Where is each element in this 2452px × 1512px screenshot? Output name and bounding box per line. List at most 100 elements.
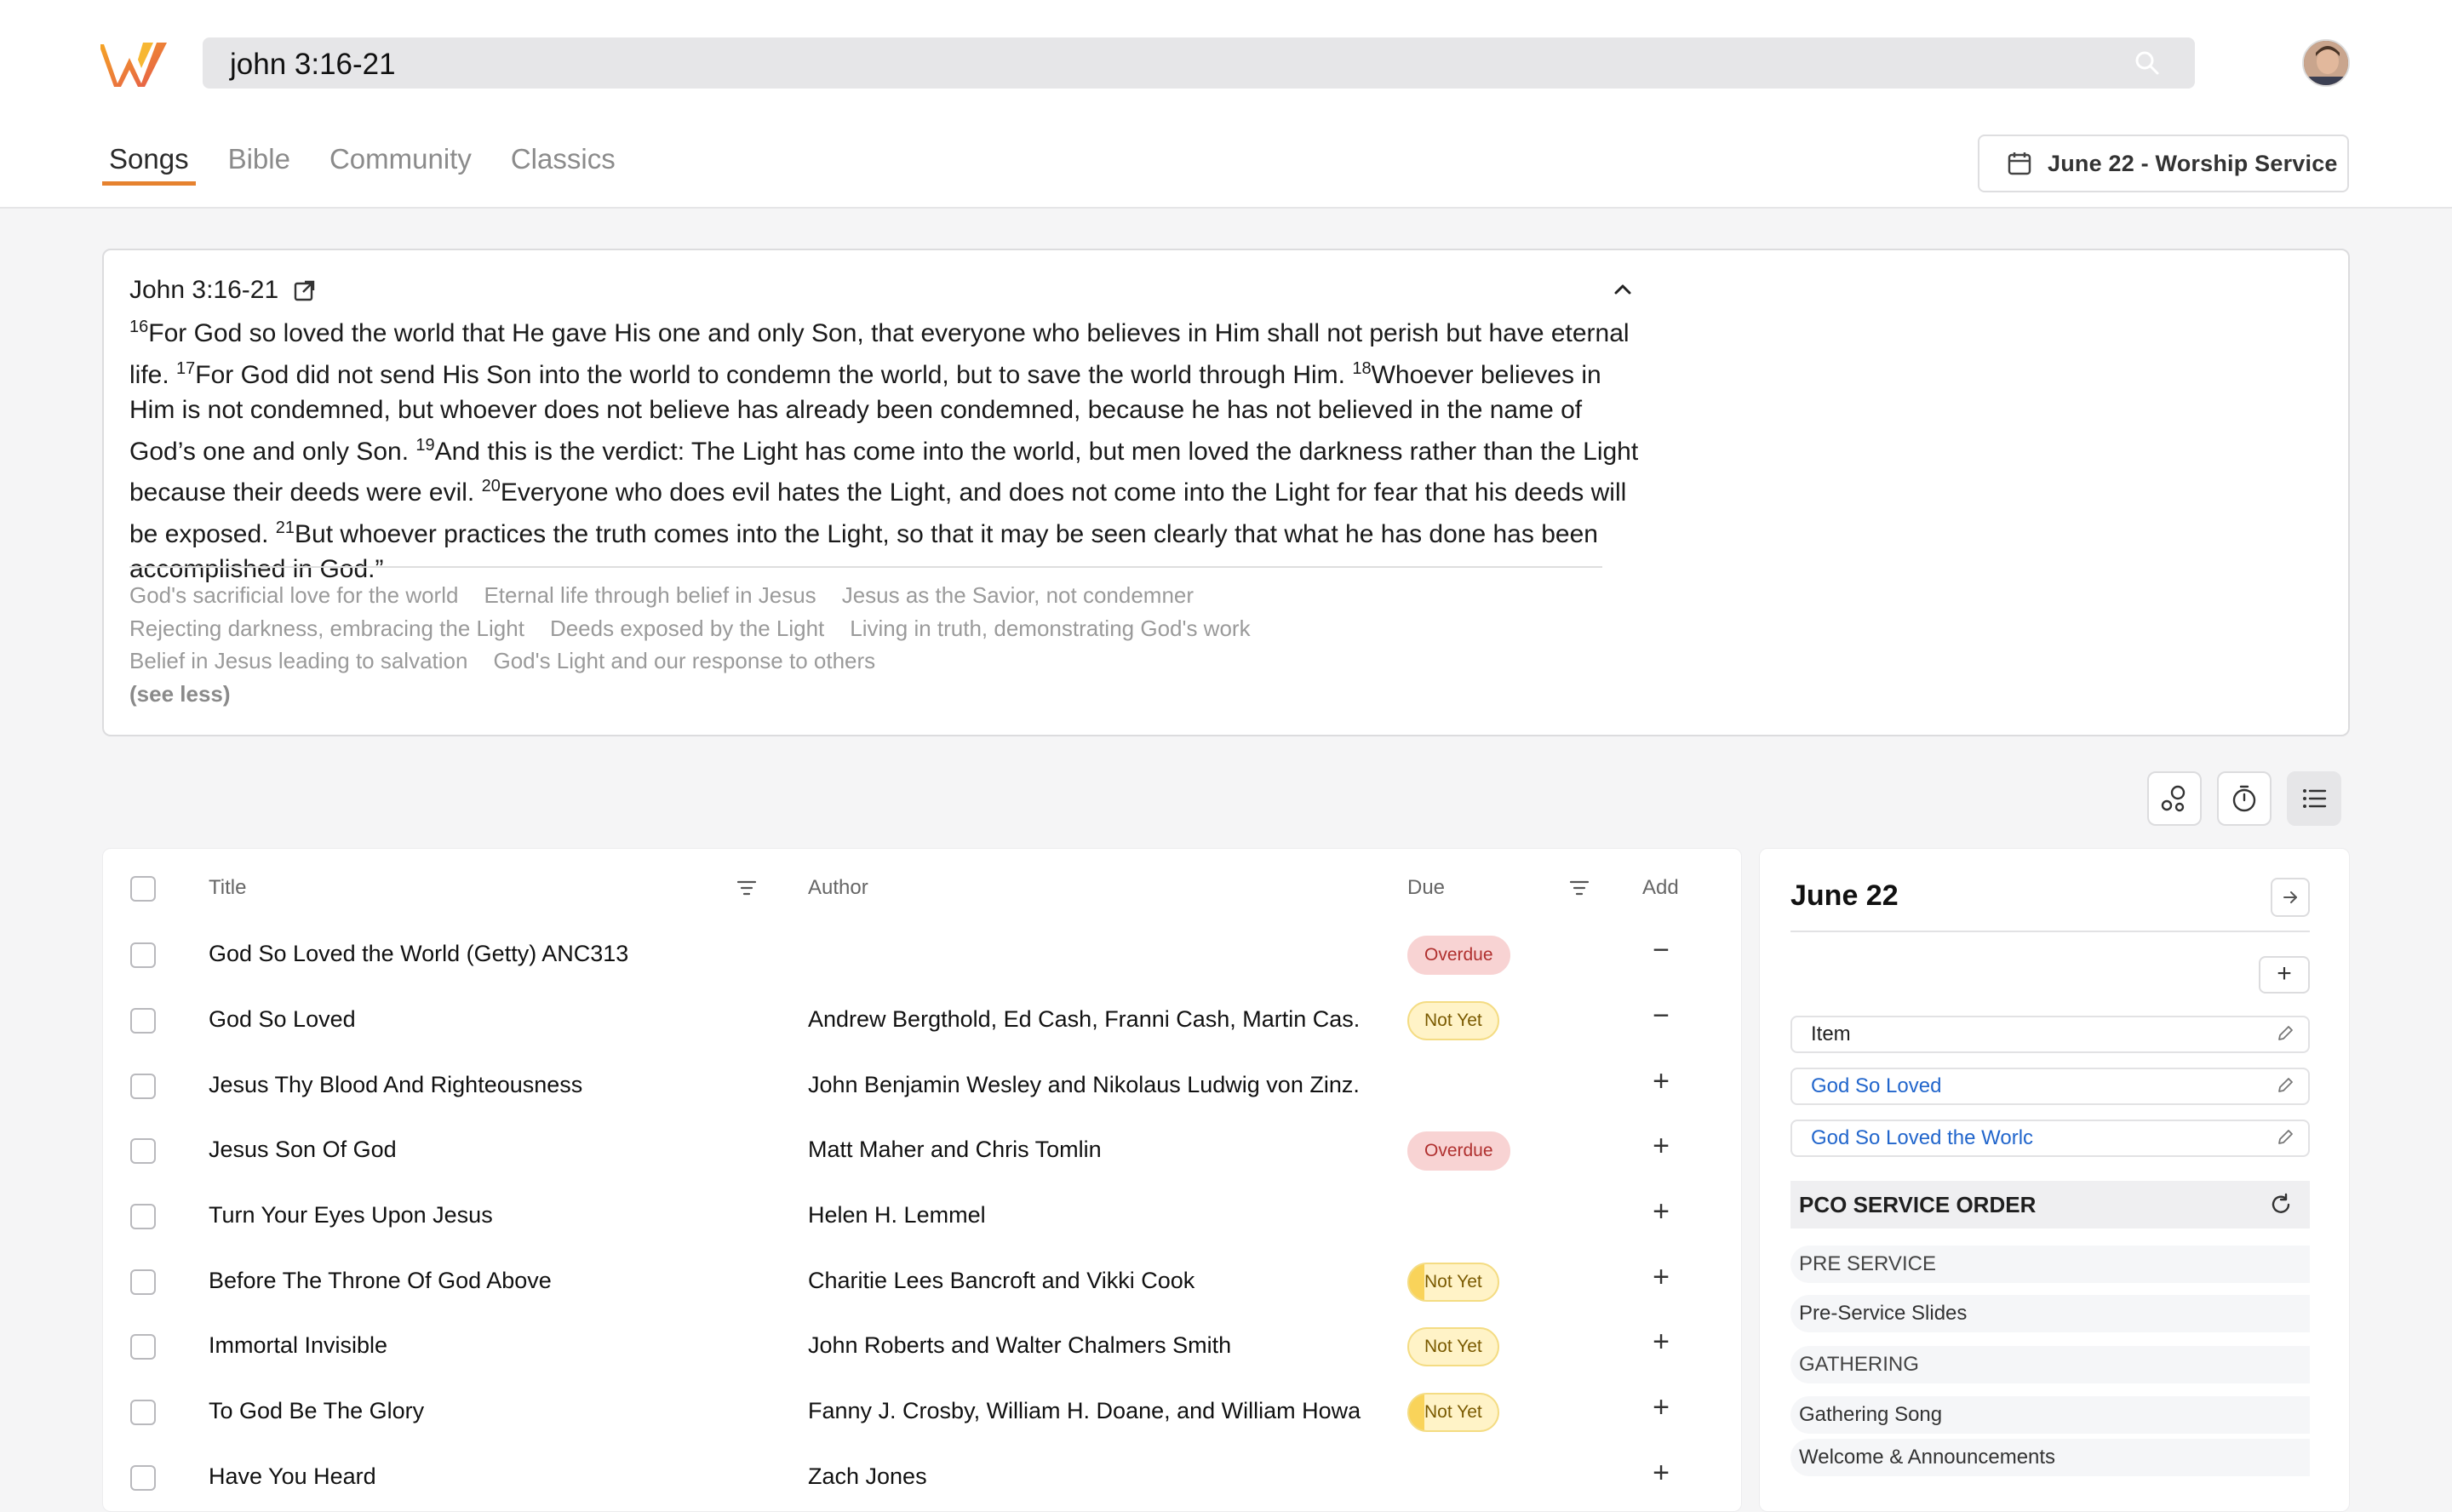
search-input[interactable]: john 3:16-21 bbox=[230, 48, 396, 82]
graph-view-button[interactable] bbox=[2147, 771, 2202, 826]
list-view-button[interactable] bbox=[2287, 771, 2341, 826]
pencil-icon[interactable] bbox=[2276, 1076, 2294, 1095]
service-item[interactable]: God So Loved bbox=[1790, 1068, 2310, 1105]
add-button[interactable]: + bbox=[1644, 1065, 1678, 1098]
theme-tag[interactable]: Deeds exposed by the Light bbox=[550, 612, 824, 645]
tab-community[interactable]: Community bbox=[323, 138, 478, 186]
chevron-up-icon[interactable] bbox=[1609, 276, 1636, 303]
service-item-label[interactable]: God So Loved bbox=[1811, 1074, 1941, 1097]
search-icon[interactable] bbox=[2134, 49, 2161, 77]
row-checkbox[interactable] bbox=[130, 1008, 156, 1034]
remove-button[interactable]: − bbox=[1644, 999, 1678, 1033]
songs-table: Title Author Due Add God So Loved the Wo… bbox=[102, 848, 1742, 1512]
content-tabs: Songs Bible Community Classics bbox=[102, 138, 622, 186]
row-checkbox[interactable] bbox=[130, 1138, 156, 1164]
column-header-author[interactable]: Author bbox=[808, 876, 868, 900]
app-logo[interactable] bbox=[100, 39, 170, 89]
add-button[interactable]: + bbox=[1644, 1457, 1678, 1490]
song-title[interactable]: Have You Heard bbox=[209, 1463, 376, 1490]
see-less-link[interactable]: (see less) bbox=[129, 678, 1645, 711]
passage-themes: God's sacrificial love for the world Ete… bbox=[129, 579, 1645, 710]
theme-tag[interactable]: Eternal life through belief in Jesus bbox=[484, 579, 816, 612]
pco-item[interactable]: Welcome & Announcements bbox=[1790, 1439, 2310, 1476]
table-row[interactable]: Turn Your Eyes Upon Jesus Helen H. Lemme… bbox=[103, 1185, 1743, 1250]
remove-button[interactable]: − bbox=[1644, 934, 1678, 967]
theme-tag[interactable]: Jesus as the Savior, not condemner bbox=[842, 579, 1194, 612]
pco-item[interactable]: Gathering Song bbox=[1790, 1396, 2310, 1434]
theme-tag[interactable]: Rejecting darkness, embracing the Light bbox=[129, 612, 524, 645]
verse-number: 16 bbox=[129, 318, 149, 336]
row-checkbox[interactable] bbox=[130, 1334, 156, 1360]
song-title[interactable]: Before The Throne Of God Above bbox=[209, 1268, 552, 1294]
song-author: John Benjamin Wesley and Nikolaus Ludwig… bbox=[808, 1072, 1361, 1097]
pco-item[interactable]: Pre-Service Slides bbox=[1790, 1295, 2310, 1332]
song-title[interactable]: Turn Your Eyes Upon Jesus bbox=[209, 1202, 493, 1228]
row-checkbox[interactable] bbox=[130, 1204, 156, 1229]
search-bar[interactable]: john 3:16-21 bbox=[203, 37, 2195, 89]
pencil-icon[interactable] bbox=[2276, 1024, 2294, 1043]
refresh-icon[interactable] bbox=[2269, 1193, 2293, 1217]
verse-number: 20 bbox=[481, 477, 501, 495]
table-row[interactable]: Immortal Invisible John Roberts and Walt… bbox=[103, 1315, 1743, 1380]
service-item[interactable]: Item bbox=[1790, 1016, 2310, 1053]
divider bbox=[1790, 931, 2310, 932]
tab-bible[interactable]: Bible bbox=[221, 138, 297, 186]
row-checkbox[interactable] bbox=[130, 1074, 156, 1099]
theme-tag[interactable]: Belief in Jesus leading to salvation bbox=[129, 644, 467, 678]
row-checkbox[interactable] bbox=[130, 1465, 156, 1491]
status-badge: Not Yet bbox=[1407, 1327, 1499, 1366]
table-row[interactable]: To God Be The Glory Fanny J. Crosby, Wil… bbox=[103, 1381, 1743, 1446]
passage-reference-text: John 3:16-21 bbox=[129, 276, 279, 304]
song-author: Andrew Bergthold, Ed Cash, Franni Cash, … bbox=[808, 1006, 1361, 1032]
timer-button[interactable] bbox=[2217, 771, 2272, 826]
filter-icon[interactable] bbox=[735, 876, 759, 900]
service-item-label[interactable]: God So Loved the Worlc bbox=[1811, 1126, 2033, 1149]
avatar-image bbox=[2304, 41, 2348, 85]
table-row[interactable]: God So Loved the World (Getty) ANC313 Ov… bbox=[103, 924, 1743, 988]
table-row[interactable]: Jesus Son Of God Matt Maher and Chris To… bbox=[103, 1120, 1743, 1184]
add-button[interactable]: + bbox=[1644, 1261, 1678, 1294]
table-row[interactable]: God So Loved Andrew Bergthold, Ed Cash, … bbox=[103, 989, 1743, 1054]
tab-songs[interactable]: Songs bbox=[102, 138, 196, 186]
song-title[interactable]: God So Loved the World (Getty) ANC313 bbox=[209, 941, 628, 967]
user-avatar[interactable] bbox=[2302, 39, 2350, 87]
service-item[interactable]: God So Loved the Worlc bbox=[1790, 1120, 2310, 1157]
verse-number: 17 bbox=[176, 358, 196, 378]
song-title[interactable]: To God Be The Glory bbox=[209, 1398, 424, 1424]
row-checkbox[interactable] bbox=[130, 1400, 156, 1425]
table-row[interactable]: Jesus Thy Blood And Righteousness John B… bbox=[103, 1055, 1743, 1120]
column-header-due[interactable]: Due bbox=[1407, 876, 1445, 900]
row-checkbox[interactable] bbox=[130, 942, 156, 968]
view-toolbar bbox=[2147, 771, 2341, 826]
column-header-title[interactable]: Title bbox=[209, 876, 246, 900]
song-title[interactable]: God So Loved bbox=[209, 1006, 356, 1033]
row-checkbox[interactable] bbox=[130, 1269, 156, 1295]
song-author: Helen H. Lemmel bbox=[808, 1202, 986, 1228]
pencil-icon[interactable] bbox=[2276, 1128, 2294, 1147]
add-button[interactable]: + bbox=[1644, 1195, 1678, 1228]
select-all-checkbox[interactable] bbox=[130, 876, 156, 902]
open-service-button[interactable] bbox=[2271, 878, 2310, 917]
theme-tag[interactable]: God's sacrificial love for the world bbox=[129, 579, 458, 612]
add-button[interactable]: + bbox=[1644, 1130, 1678, 1163]
verse-text: But whoever practices the truth comes in… bbox=[129, 519, 1598, 584]
table-row[interactable]: Before The Throne Of God Above Charitie … bbox=[103, 1251, 1743, 1315]
table-row[interactable]: Have You Heard Zach Jones + bbox=[103, 1446, 1743, 1511]
add-button[interactable]: + bbox=[1644, 1391, 1678, 1424]
tab-classics[interactable]: Classics bbox=[504, 138, 622, 186]
theme-tag[interactable]: God's Light and our response to others bbox=[493, 644, 875, 678]
song-title[interactable]: Jesus Son Of God bbox=[209, 1137, 397, 1163]
passage-reference: John 3:16-21 bbox=[129, 276, 316, 305]
service-selector-button[interactable]: June 22 - Worship Service bbox=[1978, 135, 2349, 192]
theme-tag[interactable]: Living in truth, demonstrating God's wor… bbox=[850, 612, 1250, 645]
pco-section: PRE SERVICE bbox=[1790, 1246, 2310, 1283]
filter-icon[interactable] bbox=[1567, 876, 1591, 900]
song-title[interactable]: Immortal Invisible bbox=[209, 1332, 387, 1359]
nodes-icon bbox=[2161, 785, 2186, 812]
scripture-passage-card: John 3:16-21 16For God so loved the worl… bbox=[102, 249, 2350, 736]
song-title[interactable]: Jesus Thy Blood And Righteousness bbox=[209, 1072, 582, 1098]
add-button[interactable]: + bbox=[1644, 1326, 1678, 1359]
external-link-icon[interactable] bbox=[294, 279, 316, 301]
song-author: John Roberts and Walter Chalmers Smith bbox=[808, 1332, 1232, 1358]
add-item-button[interactable]: + bbox=[2259, 956, 2310, 994]
